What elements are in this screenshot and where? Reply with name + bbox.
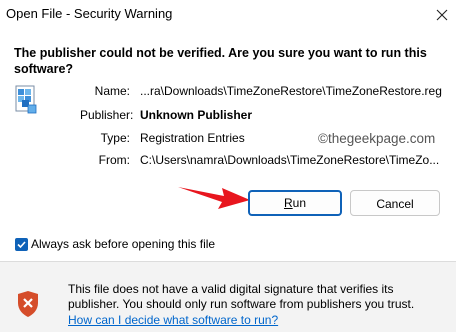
security-warning-dialog: Open File - Security Warning The publish… <box>0 0 456 332</box>
close-icon <box>436 9 448 21</box>
footer-panel: This file does not have a valid digital … <box>0 262 456 332</box>
window-title: Open File - Security Warning <box>6 6 173 21</box>
always-ask-label[interactable]: Always ask before opening this file <box>31 237 215 251</box>
type-label: Type: <box>100 131 130 145</box>
run-button[interactable]: Run <box>248 190 342 216</box>
watermark: ©thegeekpage.com <box>318 131 436 146</box>
name-value: ...ra\Downloads\TimeZoneRestore\TimeZone… <box>140 84 442 98</box>
type-value: Registration Entries <box>140 131 245 145</box>
cancel-button[interactable]: Cancel <box>350 190 440 216</box>
publisher-value: Unknown Publisher <box>140 108 253 122</box>
help-link[interactable]: How can I decide what software to run? <box>68 313 278 327</box>
warning-question: The publisher could not be verified. Are… <box>14 46 427 76</box>
close-button[interactable] <box>428 0 456 30</box>
always-ask-checkbox[interactable] <box>15 238 28 251</box>
shield-warning-icon <box>18 291 38 317</box>
from-label: From: <box>98 153 130 167</box>
checkmark-icon <box>17 241 26 249</box>
registry-file-icon <box>15 85 37 114</box>
red-arrow-annotation <box>178 187 250 209</box>
publisher-label: Publisher: <box>80 108 134 122</box>
footer-message: This file does not have a valid digital … <box>68 282 415 311</box>
name-label: Name: <box>94 84 130 98</box>
title-bar: Open File - Security Warning <box>0 0 456 30</box>
from-value: C:\Users\namra\Downloads\TimeZoneRestore… <box>140 153 440 167</box>
